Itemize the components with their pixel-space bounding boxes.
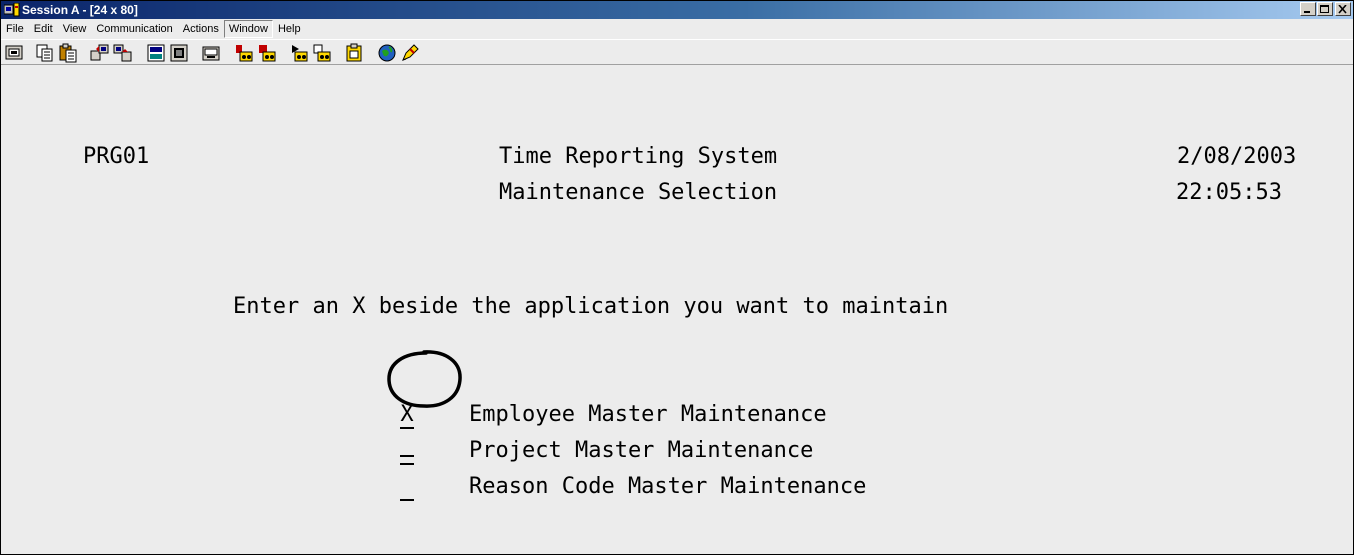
receive-file-icon[interactable] bbox=[113, 43, 133, 63]
screen-title: Time Reporting System bbox=[499, 144, 778, 169]
display-session-icon[interactable] bbox=[4, 43, 24, 63]
maximize-button[interactable] bbox=[1317, 2, 1333, 16]
screen-subtitle: Maintenance Selection bbox=[499, 180, 778, 205]
menu-bar: File Edit View Communication Actions Win… bbox=[1, 19, 1353, 39]
menu-help[interactable]: Help bbox=[273, 20, 306, 38]
menu-communication[interactable]: Communication bbox=[91, 20, 177, 38]
clipboard-icon[interactable] bbox=[344, 43, 364, 63]
keyboard-map-icon[interactable] bbox=[201, 43, 221, 63]
program-id: PRG01 bbox=[83, 144, 150, 169]
minimize-button[interactable] bbox=[1300, 2, 1316, 16]
input-underline bbox=[400, 463, 414, 465]
time-display: 22:05:53 bbox=[1176, 180, 1282, 205]
option-label-reason-code: Reason Code Master Maintenance bbox=[469, 474, 867, 499]
send-file-icon[interactable] bbox=[90, 43, 110, 63]
instruction-text: Enter an X beside the application you wa… bbox=[233, 294, 949, 319]
input-underline bbox=[400, 499, 414, 501]
display-icon[interactable] bbox=[169, 43, 189, 63]
option-label-employee: Employee Master Maintenance bbox=[469, 402, 827, 427]
macro-setup-icon[interactable] bbox=[312, 43, 332, 63]
menu-edit[interactable]: Edit bbox=[29, 20, 58, 38]
toolbar bbox=[1, 39, 1353, 65]
terminal-screen[interactable]: PRG01 Time Reporting System 2/08/2003 Ma… bbox=[1, 65, 1353, 554]
stop-macro-icon[interactable] bbox=[257, 43, 277, 63]
highlight-circle bbox=[387, 350, 462, 408]
maximize-icon bbox=[1320, 5, 1329, 13]
pen-icon[interactable] bbox=[400, 43, 420, 63]
menu-view[interactable]: View bbox=[58, 20, 92, 38]
emulator-window: Session A - [24 x 80] File Edit View Com… bbox=[0, 0, 1354, 555]
print-screen-icon[interactable] bbox=[146, 43, 166, 63]
title-bar[interactable]: Session A - [24 x 80] bbox=[1, 1, 1353, 19]
play-macro-icon[interactable] bbox=[289, 43, 309, 63]
close-button[interactable] bbox=[1335, 2, 1351, 16]
help-globe-icon[interactable] bbox=[377, 43, 397, 63]
option-label-project: Project Master Maintenance bbox=[469, 438, 814, 463]
session-app-icon[interactable] bbox=[3, 2, 20, 17]
input-underline bbox=[400, 455, 414, 457]
record-macro-icon[interactable] bbox=[234, 43, 254, 63]
paste-icon[interactable] bbox=[58, 43, 78, 63]
close-icon bbox=[1338, 5, 1347, 14]
menu-file[interactable]: File bbox=[1, 20, 29, 38]
input-underline bbox=[400, 427, 414, 429]
date-display: 2/08/2003 bbox=[1177, 144, 1297, 169]
menu-actions[interactable]: Actions bbox=[178, 20, 224, 38]
window-title: Session A - [24 x 80] bbox=[22, 3, 138, 17]
minimize-icon bbox=[1304, 11, 1310, 13]
menu-window[interactable]: Window bbox=[223, 20, 273, 38]
copy-icon[interactable] bbox=[35, 43, 55, 63]
